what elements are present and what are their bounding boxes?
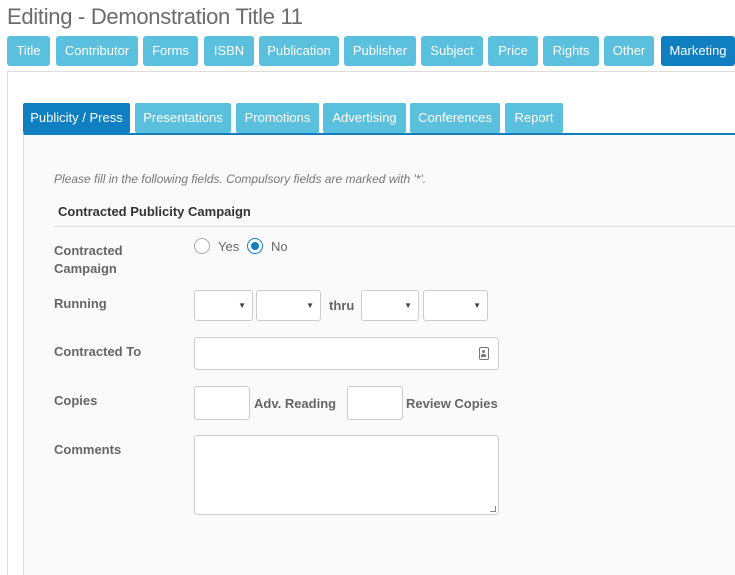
tab-marketing[interactable]: Marketing bbox=[661, 36, 735, 66]
chevron-down-icon: ▼ bbox=[404, 301, 412, 310]
contracted-campaign-label-line2: Campaign bbox=[54, 261, 117, 276]
tab-other[interactable]: Other bbox=[604, 36, 654, 66]
running-end-month-select[interactable]: ▼ bbox=[361, 290, 419, 321]
contracted-campaign-label: Contracted Campaign bbox=[54, 242, 123, 278]
review-copies-label: Review Copies bbox=[406, 396, 498, 411]
adv-reading-copies-input[interactable] bbox=[194, 386, 250, 420]
copies-label: Copies bbox=[54, 393, 98, 408]
campaign-no-label[interactable]: No bbox=[271, 239, 288, 254]
thru-label: thru bbox=[329, 298, 355, 313]
contracted-to-input[interactable] bbox=[194, 337, 499, 370]
resize-handle-icon[interactable] bbox=[490, 506, 496, 512]
tab-forms[interactable]: Forms bbox=[143, 36, 198, 66]
section-title: Contracted Publicity Campaign bbox=[58, 204, 251, 219]
tab-isbn[interactable]: ISBN bbox=[204, 36, 254, 66]
adv-reading-label: Adv. Reading bbox=[254, 396, 337, 411]
running-label: Running bbox=[54, 296, 107, 311]
campaign-no-radio[interactable] bbox=[247, 238, 263, 254]
review-copies-input[interactable] bbox=[347, 386, 403, 420]
section-divider bbox=[54, 226, 735, 227]
tab-contributor[interactable]: Contributor bbox=[56, 36, 138, 66]
contracted-to-label: Contracted To bbox=[54, 344, 142, 359]
page-title: Editing - Demonstration Title 11 bbox=[7, 4, 303, 29]
running-start-month-select[interactable]: ▼ bbox=[194, 290, 253, 321]
contact-card-icon[interactable] bbox=[479, 347, 489, 360]
subtab-report[interactable]: Report bbox=[505, 103, 563, 133]
chevron-down-icon: ▼ bbox=[238, 301, 246, 310]
chevron-down-icon: ▼ bbox=[473, 301, 481, 310]
subtab-advertising[interactable]: Advertising bbox=[323, 103, 406, 133]
tab-price[interactable]: Price bbox=[488, 36, 538, 66]
campaign-yes-radio[interactable] bbox=[194, 238, 210, 254]
chevron-down-icon: ▼ bbox=[306, 301, 314, 310]
running-end-year-select[interactable]: ▼ bbox=[423, 290, 488, 321]
comments-label: Comments bbox=[54, 442, 122, 457]
tab-rights[interactable]: Rights bbox=[543, 36, 599, 66]
tab-publisher[interactable]: Publisher bbox=[344, 36, 416, 66]
running-start-year-select[interactable]: ▼ bbox=[256, 290, 321, 321]
subtab-publicity-press[interactable]: Publicity / Press bbox=[23, 103, 130, 133]
tab-subject[interactable]: Subject bbox=[421, 36, 483, 66]
campaign-yes-label[interactable]: Yes bbox=[218, 239, 239, 254]
form-instructions: Please fill in the following fields. Com… bbox=[54, 172, 427, 186]
subtab-conferences[interactable]: Conferences bbox=[410, 103, 500, 133]
contracted-campaign-label-line1: Contracted bbox=[54, 243, 123, 258]
subtab-presentations[interactable]: Presentations bbox=[135, 103, 231, 133]
tab-title[interactable]: Title bbox=[7, 36, 50, 66]
comments-textarea[interactable] bbox=[194, 435, 499, 515]
subtab-promotions[interactable]: Promotions bbox=[236, 103, 319, 133]
tab-publication[interactable]: Publication bbox=[259, 36, 339, 66]
